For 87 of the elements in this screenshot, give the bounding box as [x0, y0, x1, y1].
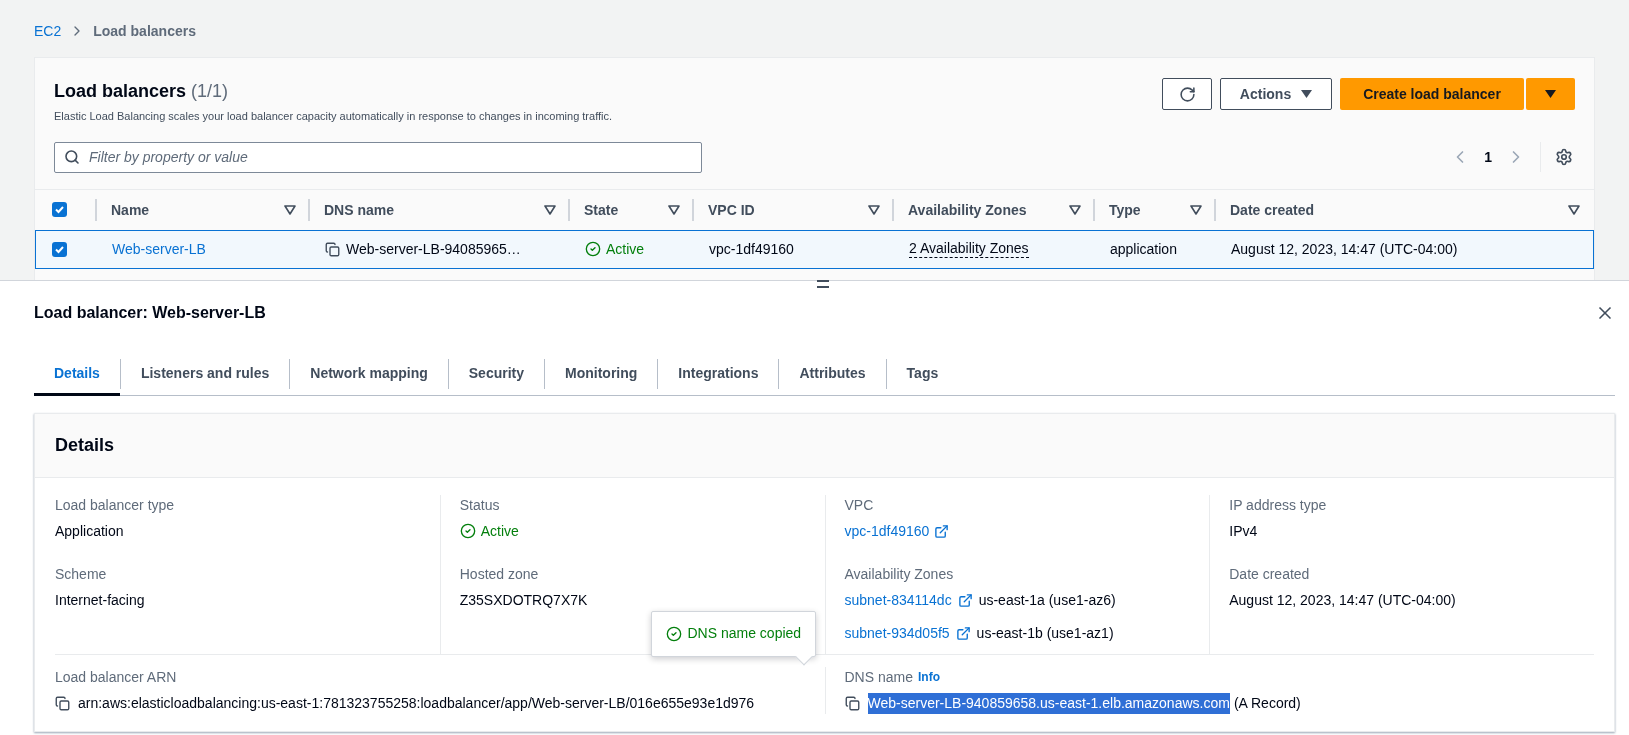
column-header[interactable]: DNS name [308, 198, 395, 221]
external-link-icon[interactable] [934, 523, 950, 539]
tab[interactable]: Network mapping [290, 353, 448, 396]
external-link-icon[interactable] [955, 625, 971, 641]
field-label: Status [459, 495, 501, 515]
column-header[interactable]: Name [95, 198, 150, 221]
tab[interactable]: Monitoring [545, 353, 658, 396]
actions-button[interactable]: Actions [1220, 78, 1332, 110]
column-header[interactable]: VPC ID [692, 198, 755, 221]
page-number[interactable]: 1 [1484, 146, 1492, 168]
sort-icon[interactable] [1568, 204, 1580, 215]
caret-icon [1301, 90, 1313, 98]
table-cell-text: August 12, 2023, 14:47 (UTC-04:00) [1231, 239, 1458, 259]
sort-icon[interactable] [1069, 204, 1081, 215]
table-title: Load balancers [54, 80, 187, 103]
table-row[interactable]: Web-server-LB Web-server-LB-94085965… Active vpc-1df49160 2 Availability Zones application August 12, 2023, 14:47 (UTC-04:00) [35, 229, 1594, 269]
refresh-button[interactable] [1162, 78, 1212, 110]
field-label: Load balancer ARN [55, 667, 177, 687]
sort-icon[interactable] [1190, 204, 1202, 215]
field-label: VPC [844, 495, 875, 515]
column-header[interactable]: Availability Zones [892, 198, 1027, 221]
panel-title: Load balancer: Web-server-LB [34, 302, 266, 323]
field-label: Hosted zone [459, 564, 540, 584]
zone-name: us-east-1a (use1-az6) [978, 590, 1116, 610]
arn-value: arn:aws:elasticloadbalancing:us-east-1:781323755258:loadbalancer/app/Web-server-LB/016e655e93e1d976 [78, 693, 755, 713]
status-value: Active [480, 521, 519, 541]
field-value: August 12, 2023, 14:47 (UTC-04:00) [1229, 590, 1457, 610]
subnet-link[interactable]: subnet-934d05f5 [844, 622, 950, 644]
sort-icon[interactable] [868, 204, 880, 215]
section-title: Details [55, 433, 115, 457]
field-label: IP address type [1229, 495, 1328, 515]
column-header[interactable]: Date created [1214, 198, 1315, 221]
tab[interactable]: Integrations [658, 353, 779, 396]
field-label: Load balancer type [55, 495, 176, 515]
field-value: Application [55, 521, 125, 541]
checkmark-icon [54, 204, 65, 215]
field-label: Scheme [55, 564, 108, 584]
table-cell-text: vpc-1df49160 [709, 239, 794, 259]
zone-name: us-east-1b (use1-az1) [976, 623, 1114, 643]
table-cell-text: application [1110, 239, 1177, 259]
sort-icon[interactable] [544, 204, 556, 215]
subnet-link[interactable]: subnet-834114dc [844, 589, 952, 611]
record-type: (A Record) [1233, 693, 1301, 713]
copy-icon[interactable] [844, 695, 860, 711]
success-icon [665, 625, 682, 642]
table-description: Elastic Load Balancing scales your load balancer capacity automatically in response to changes in incoming traffic. [54, 109, 613, 124]
copy-icon[interactable] [55, 695, 70, 711]
breadcrumb-current: Load balancers [93, 21, 196, 41]
field-label: Availability Zones [844, 564, 955, 584]
vpc-link[interactable]: vpc-1df49160 [844, 520, 930, 542]
field-label: DNS name [844, 667, 913, 687]
field-value: IPv4 [1229, 521, 1259, 541]
column-header[interactable]: Type [1093, 198, 1141, 221]
caret-icon [1545, 90, 1556, 98]
field-label: Date created [1229, 564, 1311, 584]
refresh-icon [1178, 85, 1196, 103]
item-count: (1/1) [191, 80, 229, 103]
dns-value: Web-server-LB-940859658.us-east-1.elb.amazonaws.com [867, 692, 1230, 714]
name-link[interactable]: Web-server-LB [112, 238, 206, 260]
tab[interactable]: Security [448, 353, 545, 396]
resize-handle[interactable] [817, 279, 829, 288]
filter-field[interactable]: Filter by property or value [54, 141, 702, 173]
tab[interactable]: Details [34, 353, 120, 396]
settings-icon[interactable] [1555, 148, 1573, 166]
state-cell-text: Active [606, 239, 645, 259]
external-link-icon[interactable] [957, 592, 973, 608]
sort-icon[interactable] [668, 204, 680, 215]
info-link[interactable]: Info [917, 668, 940, 686]
tab[interactable]: Listeners and rules [120, 353, 290, 396]
field-value: Internet-facing [55, 590, 146, 610]
create-button[interactable]: Create load balancer [1340, 78, 1524, 110]
sort-icon[interactable] [284, 204, 296, 215]
table-cell-text: Web-server-LB-94085965… [346, 239, 521, 259]
tab[interactable]: Attributes [779, 353, 886, 396]
column-header[interactable]: State [568, 198, 619, 221]
field-value: Z35SXDOTRQ7X7K [459, 590, 589, 610]
success-icon [459, 523, 476, 539]
tooltip-text: DNS name copied [687, 624, 802, 643]
breadcrumb-link[interactable]: EC2 [34, 20, 62, 42]
zones-popover-link[interactable]: 2 Availability Zones [909, 240, 1029, 258]
search-icon [64, 148, 80, 165]
create-menu-button[interactable] [1526, 78, 1575, 110]
tab[interactable]: Tags [886, 353, 959, 396]
copy-icon[interactable] [325, 241, 340, 257]
checkbox[interactable] [52, 202, 67, 217]
checkbox[interactable] [52, 241, 67, 257]
success-icon [585, 241, 601, 257]
